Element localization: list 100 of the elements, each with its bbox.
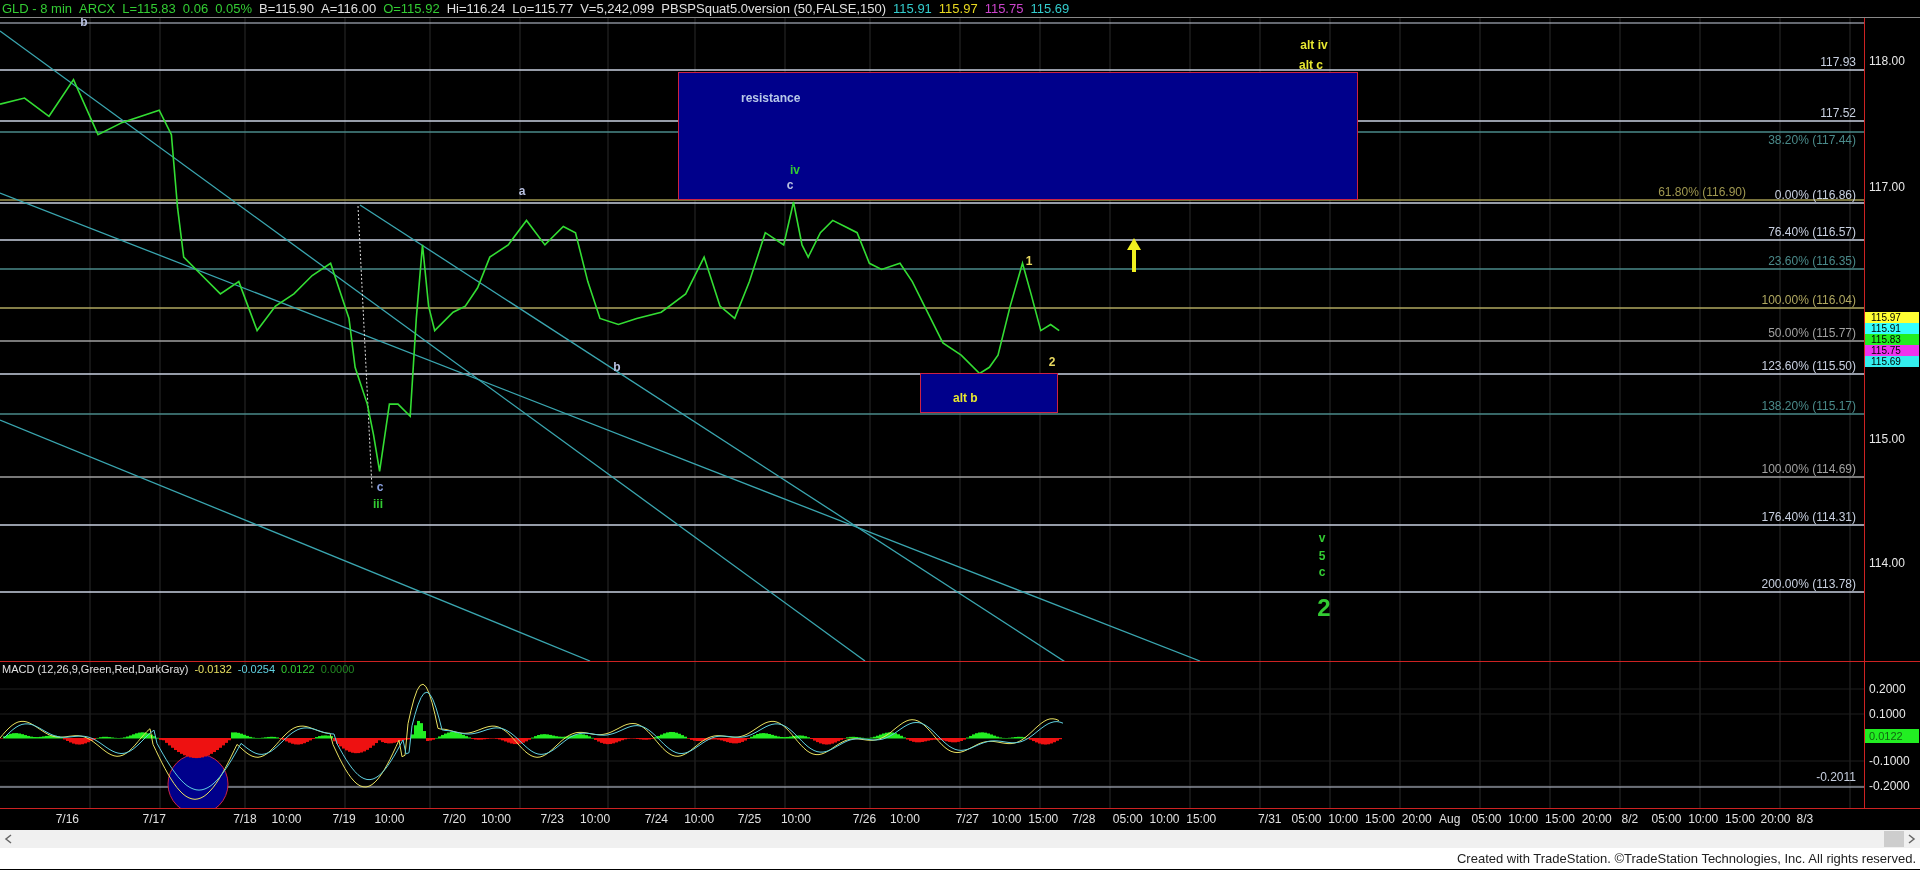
- time-tick-label: 7/16: [55, 813, 79, 825]
- price-tag: 115.75: [1865, 345, 1919, 356]
- macd-value-tag: 0.0122: [1865, 729, 1919, 743]
- wave-label: 5: [1318, 550, 1326, 562]
- quote-field: 115.75: [984, 2, 1024, 15]
- wave-label: a: [518, 185, 526, 197]
- macd-title: MACD (12,26,9,Green,Red,DarkGray): [2, 664, 189, 675]
- quote-field: GLD - 8 min: [2, 2, 73, 15]
- fib-level-label: 100.00% (114.69): [1761, 463, 1856, 475]
- time-tick-label: 10:00: [889, 813, 920, 825]
- time-tick-label: 15:00: [1545, 813, 1575, 825]
- fib-level-label: 117.93: [1820, 56, 1856, 68]
- time-tick-label: 8/3: [1796, 813, 1814, 825]
- macd-value: 0.0122: [281, 664, 315, 675]
- price-tag: 115.83: [1865, 334, 1919, 345]
- time-tick-label: 05:00: [1112, 813, 1143, 825]
- time-tick-label: 10:00: [580, 813, 611, 825]
- time-tick-label: 7/27: [955, 813, 979, 825]
- macd-level-label: -0.2011: [1816, 771, 1856, 783]
- time-tick-label: 20:00: [1581, 813, 1612, 825]
- fib-level-label: 0.00% (116.86): [1774, 189, 1856, 201]
- fib-level-label: 117.52: [1820, 107, 1856, 119]
- time-tick-label: 7/19: [332, 813, 356, 825]
- wave-label: alt iv: [1300, 39, 1328, 51]
- wave-label: 1: [1025, 255, 1033, 267]
- up-arrow-icon: [1126, 238, 1142, 272]
- time-tick-label: 10:00: [780, 813, 811, 825]
- price-tick-label: 115.00: [1869, 433, 1905, 445]
- fib-level-label: 38.20% (117.44): [1768, 134, 1856, 146]
- time-tick-label: Aug: [1439, 813, 1461, 825]
- macd-tick-label: 0.2000: [1869, 683, 1906, 695]
- time-tick-label: 15:00: [1365, 813, 1395, 825]
- macd-tick-label: -0.2000: [1869, 780, 1910, 792]
- quote-field: Lo=115.77: [512, 2, 574, 15]
- time-tick-label: 20:00: [1760, 813, 1791, 825]
- time-tick-label: 15:00: [1186, 813, 1217, 825]
- wave-label: v: [1318, 532, 1326, 544]
- scrollbar-thumb[interactable]: [1884, 831, 1904, 847]
- fib-level-label: 100.00% (116.04): [1761, 294, 1856, 306]
- time-tick-label: 7/31: [1258, 813, 1282, 825]
- zone-label: alt b: [953, 390, 978, 407]
- time-tick-label: 10:00: [480, 813, 511, 825]
- time-tick-label: 05:00: [1291, 813, 1322, 825]
- wave-label: iv: [790, 164, 800, 176]
- fib-level-label: 76.40% (116.57): [1768, 226, 1856, 238]
- macd-value: 0.0000: [320, 664, 355, 675]
- quote-field: L=115.83: [122, 2, 176, 15]
- time-tick-label: 7/26: [852, 813, 877, 825]
- wave-label: alt c: [1299, 59, 1323, 71]
- quote-field: PBSPSquat5.0version (50,FALSE,150): [661, 2, 887, 15]
- price-tick-label: 118.00: [1869, 55, 1905, 67]
- macd-tick-label: 0.1000: [1869, 708, 1906, 720]
- quote-field: 0.05%: [215, 2, 252, 15]
- price-tag: 115.91: [1865, 323, 1919, 334]
- time-tick-label: 8/2: [1621, 813, 1639, 825]
- macd-value: -0.0132: [194, 664, 232, 675]
- macd-value: -0.0254: [237, 664, 276, 675]
- wave-label: iii: [373, 498, 383, 510]
- wave-label: b: [613, 361, 621, 373]
- quote-field: A=116.00: [321, 2, 377, 15]
- zone-label: resistance: [741, 90, 801, 107]
- time-tick-label: 7/18: [233, 813, 257, 825]
- fib-level-label: 138.20% (115.17): [1761, 400, 1856, 412]
- fib-level-label: 176.40% (114.31): [1761, 511, 1856, 523]
- price-tick-label: 114.00: [1869, 557, 1905, 569]
- time-tick-label: 10:00: [1688, 813, 1719, 825]
- time-tick-label: 05:00: [1651, 813, 1682, 825]
- fib-level-label: 61.80% (116.90): [1658, 186, 1746, 198]
- fib-level-label: 23.60% (116.35): [1768, 255, 1856, 267]
- price-tag: 115.69: [1865, 356, 1919, 367]
- time-tick-label: 15:00: [1725, 813, 1755, 825]
- quote-field: B=115.90: [259, 2, 315, 15]
- price-tick-label: 117.00: [1869, 181, 1905, 193]
- time-tick-label: 10:00: [1149, 813, 1180, 825]
- price-tag: 115.97: [1865, 312, 1919, 323]
- time-tick-label: 10:00: [374, 813, 405, 825]
- macd-tick-label: -0.1000: [1869, 755, 1910, 767]
- time-tick-label: 7/23: [540, 813, 564, 825]
- time-tick-label: 10:00: [684, 813, 715, 825]
- wave-label: 2: [1048, 356, 1056, 368]
- wave-label: c: [376, 481, 384, 493]
- time-tick-label: 20:00: [1401, 813, 1432, 825]
- quote-field: ARCX: [79, 2, 116, 15]
- wave-label: c: [786, 179, 794, 191]
- time-tick-label: 10:00: [991, 813, 1022, 825]
- time-tick-label: 7/24: [644, 813, 668, 825]
- time-tick-label: 7/25: [737, 813, 762, 825]
- time-tick-label: 7/17: [142, 813, 166, 825]
- time-tick-label: 10:00: [271, 813, 302, 825]
- quote-field: 115.97: [938, 2, 978, 15]
- wave-label: 2: [1317, 596, 1331, 620]
- horizontal-scrollbar[interactable]: [0, 830, 1920, 848]
- quote-field: 115.69: [1030, 2, 1070, 15]
- copyright-text: Created with TradeStation. ©TradeStation Technologies, Inc. All rights reserved.: [1456, 852, 1916, 865]
- quote-field: Hi=116.24: [446, 2, 506, 15]
- time-tick-label: 10:00: [1328, 813, 1359, 825]
- fib-level-label: 123.60% (115.50): [1761, 360, 1856, 372]
- fib-level-label: 50.00% (115.77): [1768, 327, 1856, 339]
- fib-level-label: 200.00% (113.78): [1761, 578, 1856, 590]
- wave-label: b: [80, 18, 88, 28]
